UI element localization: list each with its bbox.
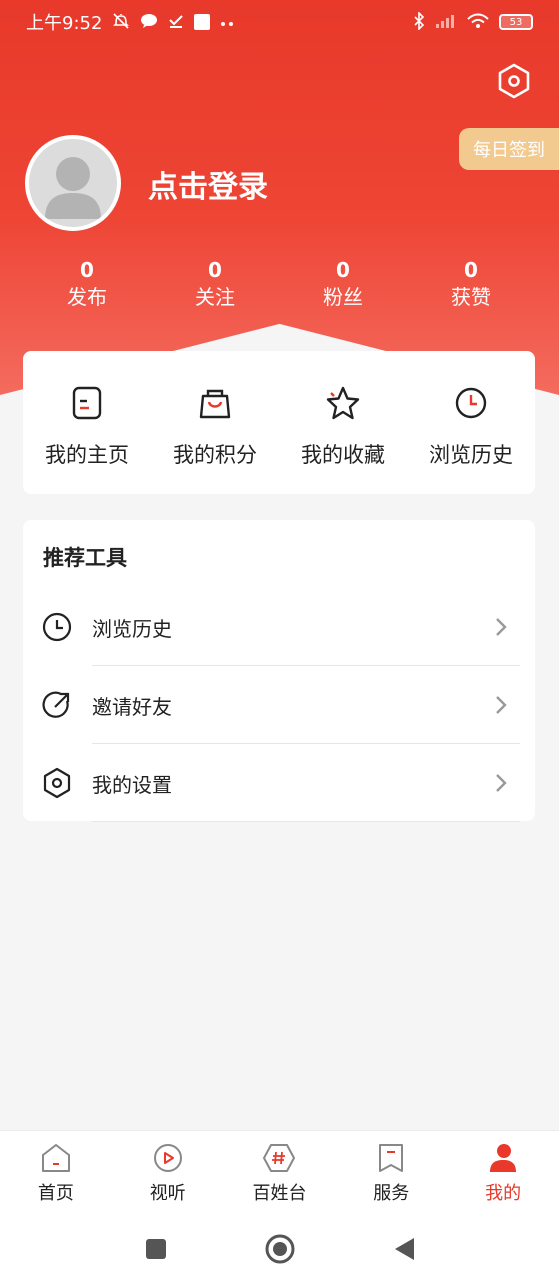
bluetooth-icon (413, 10, 425, 33)
quick-action-my-points[interactable]: 我的积分 (151, 351, 279, 494)
settings-button[interactable] (494, 61, 534, 101)
stat-label: 粉丝 (323, 285, 363, 309)
recommended-tools-card: 推荐工具 浏览历史 邀请好友 我的设置 (23, 520, 535, 822)
daily-checkin-button[interactable]: 每日签到 (459, 128, 559, 170)
tab-label: 视听 (149, 1183, 186, 1204)
home-nav-button[interactable] (264, 1233, 296, 1265)
quick-actions-card: 我的主页 我的积分 我的收藏 浏览历史 (23, 351, 535, 494)
circle-nav-icon (265, 1234, 294, 1264)
shopping-bag-icon (197, 385, 233, 421)
tab-home[interactable]: 首页 (0, 1131, 112, 1218)
tab-label: 首页 (37, 1183, 74, 1204)
chevron-right-icon (491, 770, 511, 796)
quick-action-label: 我的主页 (45, 443, 129, 467)
hexagon-settings-icon (41, 767, 73, 799)
profile-stats: 0 发布 0 关注 0 粉丝 0 获赞 (23, 258, 535, 318)
chevron-right-icon (491, 614, 511, 640)
user-icon (486, 1141, 520, 1175)
quick-action-my-homepage[interactable]: 我的主页 (23, 351, 151, 494)
square-nav-icon (145, 1239, 166, 1259)
tools-title: 推荐工具 (43, 546, 127, 570)
tool-label: 我的设置 (92, 772, 172, 797)
quick-action-my-favorites[interactable]: 我的收藏 (279, 351, 407, 494)
stat-value: 0 (336, 258, 350, 282)
stat-likes[interactable]: 0 获赞 (407, 258, 535, 318)
tool-row-browse-history[interactable]: 浏览历史 (23, 588, 535, 666)
check-icon (168, 13, 184, 32)
clock-icon (453, 385, 489, 421)
stat-posts[interactable]: 0 发布 (23, 258, 151, 318)
tab-label: 我的 (485, 1183, 522, 1204)
play-icon (151, 1141, 185, 1175)
chevron-right-icon (491, 692, 511, 718)
stat-followers[interactable]: 0 粉丝 (279, 258, 407, 318)
stat-value: 0 (80, 258, 94, 282)
square-icon (194, 14, 211, 30)
share-arrow-icon (41, 689, 73, 721)
stat-following[interactable]: 0 关注 (151, 258, 279, 318)
quick-action-browse-history[interactable]: 浏览历史 (407, 351, 535, 494)
user-avatar-icon (45, 157, 101, 219)
star-icon (325, 385, 361, 421)
stat-label: 关注 (195, 285, 235, 309)
status-time: 上午9:52 (26, 13, 103, 34)
wifi-icon (467, 13, 489, 32)
bottom-tab-bar: 首页 视听 百姓台 服务 我的 (0, 1130, 559, 1218)
stat-label: 发布 (67, 285, 107, 309)
clock-icon (41, 611, 73, 643)
signal-icon (435, 13, 457, 32)
quick-action-label: 我的积分 (173, 443, 257, 467)
hashtag-icon (262, 1141, 296, 1175)
status-bar: 上午9:52 53 (0, 0, 559, 44)
tab-services[interactable]: 服务 (335, 1131, 447, 1218)
stat-value: 0 (464, 258, 478, 282)
divider (92, 821, 520, 822)
mute-icon (112, 12, 130, 33)
tool-label: 浏览历史 (92, 616, 172, 641)
quick-action-label: 浏览历史 (429, 443, 513, 467)
quick-action-label: 我的收藏 (301, 443, 385, 467)
tab-label: 百姓台 (252, 1183, 307, 1204)
tool-row-my-settings[interactable]: 我的设置 (23, 744, 535, 822)
tab-label: 服务 (373, 1183, 410, 1204)
bookmark-icon (374, 1141, 408, 1175)
home-icon (39, 1141, 73, 1175)
tab-community[interactable]: 百姓台 (224, 1131, 336, 1218)
login-link[interactable]: 点击登录 (148, 162, 268, 206)
tab-mine[interactable]: 我的 (447, 1131, 559, 1218)
message-icon (140, 13, 158, 32)
profile-page-icon (69, 385, 105, 421)
hexagon-settings-icon (498, 63, 530, 99)
back-nav-button[interactable] (388, 1233, 420, 1265)
tool-label: 邀请好友 (92, 694, 172, 719)
stat-label: 获赞 (451, 285, 491, 309)
battery-icon: 53 (499, 14, 533, 30)
more-dots-icon (220, 14, 234, 30)
tab-av[interactable]: 视听 (112, 1131, 224, 1218)
status-left: 上午9:52 (26, 9, 234, 35)
status-right: 53 (413, 10, 533, 33)
back-triangle-icon (394, 1238, 414, 1260)
system-nav-bar (0, 1218, 559, 1280)
stat-value: 0 (208, 258, 222, 282)
recent-apps-button[interactable] (140, 1233, 172, 1265)
tool-row-invite-friends[interactable]: 邀请好友 (23, 666, 535, 744)
avatar[interactable] (25, 135, 121, 231)
